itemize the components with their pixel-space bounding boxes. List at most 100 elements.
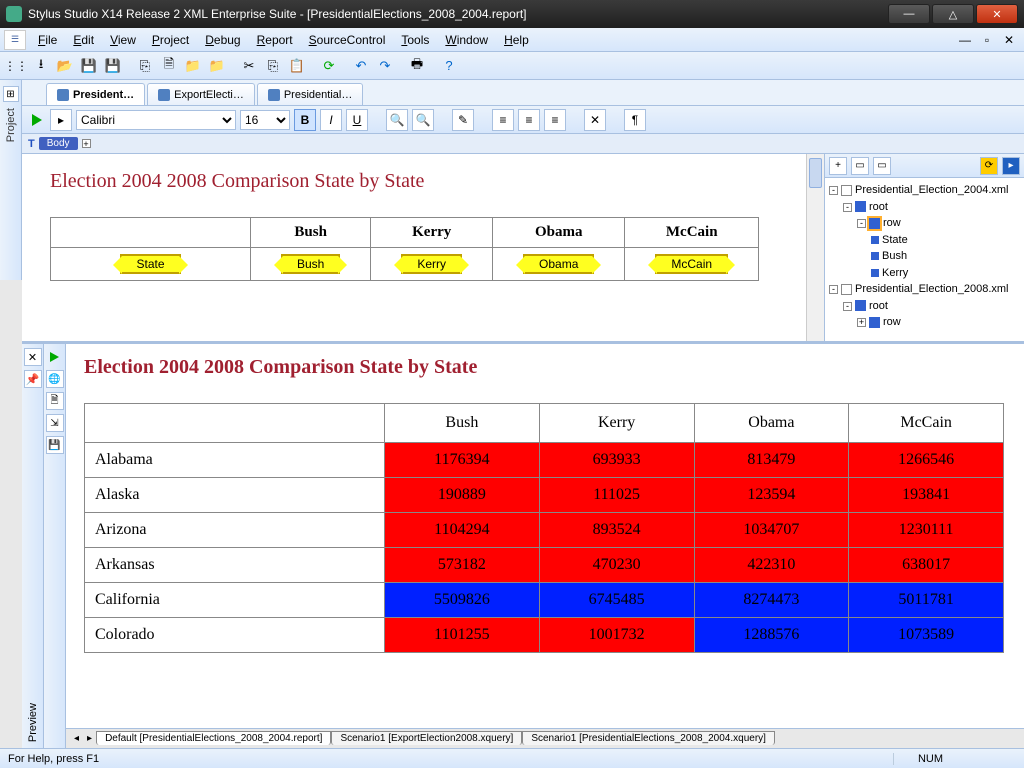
close-button[interactable]: ✕ xyxy=(976,4,1018,24)
copy-button[interactable]: ⎘ xyxy=(134,55,156,77)
preview-browser-button[interactable]: 🌐 xyxy=(46,370,64,388)
doc-tab[interactable]: Presidential… xyxy=(257,83,363,105)
mdi-minimize-button[interactable]: — xyxy=(956,32,974,48)
save-all-button[interactable]: 💾 xyxy=(102,55,124,77)
project-rail[interactable]: ⊞ Project xyxy=(0,80,22,280)
tree-root[interactable]: -root xyxy=(829,199,1020,216)
preview-save-button[interactable]: 💾 xyxy=(46,436,64,454)
font-size-select[interactable]: 16 xyxy=(240,110,290,130)
preview-run-button[interactable] xyxy=(50,352,59,362)
paste-button[interactable]: 📋 xyxy=(286,55,308,77)
tree-body[interactable]: -Presidential_Election_2004.xml-root-row… xyxy=(825,178,1024,341)
new-doc-button[interactable]: 🗎 xyxy=(158,55,180,77)
menu-debug[interactable]: Debug xyxy=(197,30,248,50)
font-family-select[interactable]: Calibri xyxy=(76,110,236,130)
app-icon xyxy=(6,6,22,22)
field-mccain[interactable]: McCain xyxy=(655,254,728,274)
tree-leaf[interactable]: Bush xyxy=(829,248,1020,265)
run-button[interactable] xyxy=(32,114,42,126)
design-table[interactable]: Bush Kerry Obama McCain State Bush Kerry… xyxy=(50,217,759,281)
tree-new-button[interactable]: + xyxy=(829,157,847,175)
italic-button[interactable]: I xyxy=(320,109,342,131)
menu-edit[interactable]: Edit xyxy=(65,30,102,50)
tab-nav-right[interactable]: ▸ xyxy=(83,733,96,744)
bold-button[interactable]: B xyxy=(294,109,316,131)
project-tab-icon[interactable]: ⊞ xyxy=(3,86,19,102)
field-state[interactable]: State xyxy=(120,254,180,274)
menu-window[interactable]: Window xyxy=(437,30,496,50)
menu-view[interactable]: View xyxy=(102,30,144,50)
download-button[interactable]: ⭳ xyxy=(30,55,52,77)
step-button[interactable]: ▸ xyxy=(50,109,72,131)
data-binding-row[interactable]: State Bush Kerry Obama McCain xyxy=(51,248,759,281)
align-center-button[interactable]: ≡ xyxy=(518,109,540,131)
tree-root[interactable]: -root xyxy=(829,298,1020,315)
mdi-restore-button[interactable]: ▫ xyxy=(978,32,996,48)
help-button[interactable]: ? xyxy=(438,55,460,77)
tree-leaf[interactable]: Kerry xyxy=(829,265,1020,282)
mdi-close-button[interactable]: ✕ xyxy=(1000,32,1018,48)
cell-state: Arkansas xyxy=(85,548,385,583)
undo-button[interactable]: ↶ xyxy=(350,55,372,77)
tree-leaf[interactable]: State xyxy=(829,232,1020,249)
save-button[interactable]: 💾 xyxy=(78,55,100,77)
results-row: Colorado1101255100173212885761073589 xyxy=(85,618,1004,653)
maximize-button[interactable]: △ xyxy=(932,4,974,24)
document-tabs: President…ExportElecti…Presidential… xyxy=(0,80,1024,106)
design-canvas[interactable]: Election 2004 2008 Comparison State by S… xyxy=(22,154,806,341)
tree-file[interactable]: -Presidential_Election_2008.xml xyxy=(829,281,1020,298)
field-bush[interactable]: Bush xyxy=(281,254,340,274)
find-next-button[interactable]: 🔍 xyxy=(412,109,434,131)
menu-sourcecontrol[interactable]: SourceControl xyxy=(301,30,394,50)
preview-viewport[interactable]: Election 2004 2008 Comparison State by S… xyxy=(66,344,1024,728)
field-obama[interactable]: Obama xyxy=(523,254,594,274)
preview-export-button[interactable]: ⇲ xyxy=(46,414,64,432)
cut-button[interactable]: ✂ xyxy=(238,55,260,77)
app-menu-icon[interactable]: ☰ xyxy=(4,30,26,50)
expand-icon[interactable]: + xyxy=(82,139,91,148)
minimize-button[interactable]: — xyxy=(888,4,930,24)
find-button[interactable]: 🔍 xyxy=(386,109,408,131)
highlight-button[interactable]: ✎ xyxy=(452,109,474,131)
field-kerry[interactable]: Kerry xyxy=(401,254,462,274)
menu-tools[interactable]: Tools xyxy=(393,30,437,50)
underline-button[interactable]: U xyxy=(346,109,368,131)
copy2-button[interactable]: ⎘ xyxy=(262,55,284,77)
redo-button[interactable]: ↷ xyxy=(374,55,396,77)
data-sources-panel: + ▭ ▭ ⟳ ▸ -Presidential_Election_2004.xm… xyxy=(824,154,1024,341)
tree-row[interactable]: -row xyxy=(829,215,1020,232)
pilcrow-button[interactable]: ¶ xyxy=(624,109,646,131)
refresh-button[interactable]: ⟳ xyxy=(318,55,340,77)
menu-project[interactable]: Project xyxy=(144,30,197,50)
statusbar: For Help, press F1 NUM xyxy=(0,748,1024,768)
menu-file[interactable]: File xyxy=(30,30,65,50)
preview-tab-default[interactable]: Default [PresidentialElections_2008_2004… xyxy=(96,731,331,745)
tree-settings-button[interactable]: ▸ xyxy=(1002,157,1020,175)
tree-row[interactable]: +row xyxy=(829,314,1020,331)
folder-button[interactable]: 📁 xyxy=(206,55,228,77)
preview-tab-scenario1b[interactable]: Scenario1 [PresidentialElections_2008_20… xyxy=(522,731,775,745)
body-tag[interactable]: Body xyxy=(39,137,78,150)
cell-value: 111025 xyxy=(539,478,694,513)
tab-nav-left[interactable]: ◂ xyxy=(70,733,83,744)
design-scrollbar[interactable] xyxy=(806,154,824,341)
tree-folder-button[interactable]: ▭ xyxy=(873,157,891,175)
menu-report[interactable]: Report xyxy=(249,30,301,50)
doc-tab[interactable]: President… xyxy=(46,83,145,105)
preview-tab-scenario1a[interactable]: Scenario1 [ExportElection2008.xquery] xyxy=(331,731,522,745)
tree-file[interactable]: -Presidential_Election_2004.xml xyxy=(829,182,1020,199)
align-left-button[interactable]: ≡ xyxy=(492,109,514,131)
doc-tab[interactable]: ExportElecti… xyxy=(147,83,255,105)
preview-doc-button[interactable]: 🗎 xyxy=(46,392,64,410)
align-right-button[interactable]: ≡ xyxy=(544,109,566,131)
open-button[interactable]: 📂 xyxy=(54,55,76,77)
report-title[interactable]: Election 2004 2008 Comparison State by S… xyxy=(50,170,778,193)
folder-up-button[interactable]: 📁 xyxy=(182,55,204,77)
preview-pin-button[interactable]: 📌 xyxy=(24,370,42,388)
menu-help[interactable]: Help xyxy=(496,30,537,50)
clear-format-button[interactable]: ✕ xyxy=(584,109,606,131)
preview-close-button[interactable]: ✕ xyxy=(24,348,42,366)
tree-open-button[interactable]: ▭ xyxy=(851,157,869,175)
tree-refresh-button[interactable]: ⟳ xyxy=(980,157,998,175)
print-button[interactable]: 🖶 xyxy=(406,55,428,77)
